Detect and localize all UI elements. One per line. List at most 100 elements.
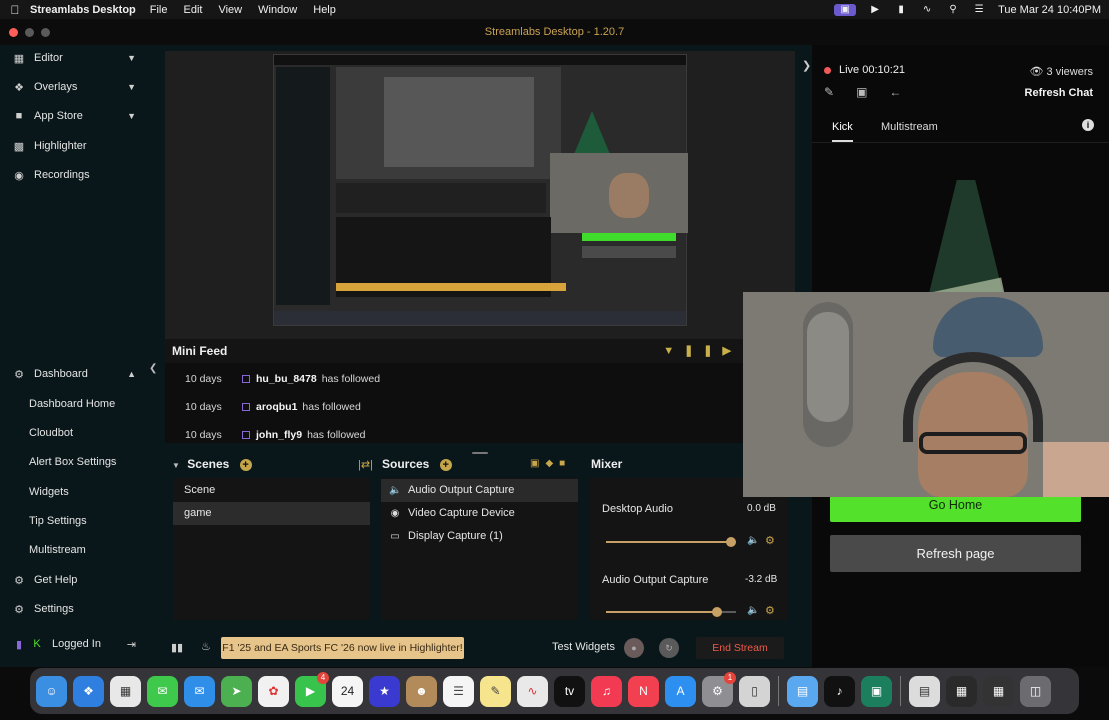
- menubar-app-name[interactable]: Streamlabs Desktop: [30, 4, 136, 16]
- news-icon[interactable]: N: [628, 675, 659, 707]
- share-icon[interactable]: ←: [889, 85, 901, 99]
- tiktok-icon[interactable]: ♪: [824, 675, 855, 707]
- close-window-button[interactable]: [9, 28, 18, 37]
- control-center-icon[interactable]: ☰: [972, 4, 986, 16]
- speaker-icon[interactable]: 🔈: [747, 535, 759, 546]
- reminders-icon[interactable]: ☰: [443, 675, 474, 707]
- volume-knob[interactable]: [725, 537, 736, 547]
- calendar-icon[interactable]: 24: [332, 675, 363, 707]
- end-stream-button[interactable]: End Stream: [696, 637, 784, 659]
- stream-preview[interactable]: [165, 51, 795, 351]
- sidebar-item-widgets[interactable]: Widgets: [0, 479, 150, 505]
- menubar-datetime[interactable]: Tue Mar 24 10:40PM: [998, 4, 1101, 16]
- safari-icon[interactable]: ❖: [73, 675, 104, 707]
- trash-icon[interactable]: ◫: [1020, 675, 1051, 707]
- chevron-right-icon[interactable]: ❯: [802, 59, 811, 72]
- search-icon[interactable]: ⚲: [946, 4, 960, 16]
- scene-transition-icon[interactable]: |⇄|: [358, 458, 373, 471]
- scene-item-game[interactable]: game: [173, 502, 370, 525]
- sidebar-item-dashboard[interactable]: ⚙ Dashboard ▲: [0, 361, 150, 387]
- add-source-button[interactable]: +: [439, 458, 452, 471]
- screen-record-icon[interactable]: ▣: [834, 3, 857, 16]
- notes-icon[interactable]: ✎: [480, 675, 511, 707]
- source-item-audio-output[interactable]: 🔈 Audio Output Capture: [381, 479, 578, 502]
- add-scene-button[interactable]: +: [239, 458, 252, 471]
- sidebar-item-cloudbot[interactable]: Cloudbot: [0, 420, 150, 446]
- sidebar-item-overlays[interactable]: ❖ Overlays ▼: [0, 74, 150, 100]
- gear-icon[interactable]: ⚙: [765, 534, 775, 547]
- mail-icon[interactable]: ✉: [184, 675, 215, 707]
- wifi-icon[interactable]: ∿: [920, 4, 934, 16]
- speaker-icon[interactable]: 🔈: [747, 605, 759, 616]
- sidebar-item-tip-settings[interactable]: Tip Settings: [0, 508, 150, 534]
- scene-item-scene[interactable]: Scene: [173, 479, 370, 502]
- freeform-icon[interactable]: ∿: [517, 675, 548, 707]
- facetime-icon[interactable]: ▶ 4: [295, 671, 329, 707]
- refresh-page-button[interactable]: Refresh page: [830, 535, 1081, 572]
- contacts-icon[interactable]: ☻: [406, 675, 437, 707]
- source-tools-icons[interactable]: ▣◆■: [530, 458, 571, 469]
- gear-icon[interactable]: ⚙: [765, 604, 775, 617]
- sidebar-item-alert-box-settings[interactable]: Alert Box Settings: [0, 449, 150, 475]
- test-widgets-button[interactable]: Test Widgets: [552, 641, 615, 653]
- menu-view[interactable]: View: [218, 4, 242, 16]
- battery-icon[interactable]: ▮: [894, 4, 908, 16]
- menu-file[interactable]: File: [150, 4, 168, 16]
- volume-slider[interactable]: [606, 537, 736, 547]
- sidebar-item-get-help[interactable]: ⚙ Get Help: [0, 567, 150, 593]
- skip-icon[interactable]: ▶: [723, 345, 741, 357]
- chevron-left-icon[interactable]: ❮: [149, 363, 157, 374]
- notification-bell-icon[interactable]: ♨: [201, 640, 211, 653]
- record-button[interactable]: ●: [624, 638, 644, 658]
- app-store-icon[interactable]: A: [665, 675, 696, 707]
- document-icon[interactable]: ▤: [909, 675, 940, 707]
- zoom-window-button[interactable]: [41, 28, 50, 37]
- sidebar-item-logged-in[interactable]: ▮ K Logged In ⇥: [0, 631, 150, 657]
- source-item-video-capture[interactable]: ◉ Video Capture Device: [381, 502, 578, 525]
- menu-window[interactable]: Window: [258, 4, 297, 16]
- sidebar-item-highlighter[interactable]: ▩ Highlighter: [0, 133, 150, 159]
- info-icon[interactable]: i: [1082, 119, 1094, 131]
- go-home-button[interactable]: Go Home: [830, 497, 1081, 522]
- filter-icon[interactable]: ▼: [663, 345, 684, 357]
- messages-icon[interactable]: ✉: [147, 675, 178, 707]
- music-icon[interactable]: ♫: [591, 675, 622, 707]
- system-settings-icon[interactable]: ⚙ 1: [702, 671, 736, 707]
- sidebar-item-multistream[interactable]: Multistream: [0, 537, 150, 563]
- menu-edit[interactable]: Edit: [184, 4, 203, 16]
- edit-icon[interactable]: ✎: [824, 85, 834, 99]
- refresh-chat-button[interactable]: Refresh Chat: [1025, 87, 1093, 99]
- apple-tv-icon[interactable]: tv: [554, 675, 585, 707]
- finder-icon[interactable]: ☺: [36, 675, 67, 707]
- logout-icon[interactable]: ⇥: [127, 638, 136, 651]
- tab-kick[interactable]: Kick: [832, 121, 853, 142]
- sidebar-item-editor[interactable]: ▦ Editor ▼: [0, 45, 150, 71]
- volume-slider[interactable]: [606, 607, 736, 617]
- photos-icon[interactable]: ✿: [258, 675, 289, 707]
- streamlabs-icon[interactable]: ▣: [861, 675, 892, 707]
- sidebar-item-settings[interactable]: ⚙ Settings: [0, 596, 150, 622]
- sidebar-item-app-store[interactable]: ■ App Store ▼: [0, 103, 150, 129]
- tab-multistream[interactable]: Multistream: [881, 121, 938, 133]
- downloads-folder-icon[interactable]: ▦: [983, 675, 1014, 707]
- performance-icon[interactable]: ▮▮: [171, 641, 183, 654]
- launchpad-icon[interactable]: ▦: [110, 675, 141, 707]
- menu-help[interactable]: Help: [313, 4, 336, 16]
- preview-icon[interactable]: ▤: [787, 675, 818, 707]
- volume-knob[interactable]: [711, 607, 722, 617]
- pause-icon[interactable]: ❚❚: [684, 345, 722, 357]
- source-item-display-capture[interactable]: ▭ Display Capture (1): [381, 525, 578, 548]
- chevron-down-icon[interactable]: ▼: [172, 461, 180, 470]
- screenshot-folder-icon[interactable]: ▦: [946, 675, 977, 707]
- play-icon[interactable]: ▶: [868, 4, 882, 16]
- maps-icon[interactable]: ➤: [221, 675, 252, 707]
- apple-icon[interactable]: : [0, 3, 30, 17]
- iphone-mirroring-icon[interactable]: ▯: [739, 675, 770, 707]
- imovie-icon[interactable]: ★: [369, 675, 400, 707]
- highlighter-notice[interactable]: F1 '25 and EA Sports FC '26 now live in …: [221, 637, 464, 659]
- camera-icon[interactable]: ▣: [856, 85, 867, 99]
- resize-handle[interactable]: [472, 452, 488, 454]
- minimize-window-button[interactable]: [25, 28, 34, 37]
- replay-buffer-button[interactable]: ↻: [659, 638, 679, 658]
- sidebar-item-recordings[interactable]: ◉ Recordings: [0, 162, 150, 188]
